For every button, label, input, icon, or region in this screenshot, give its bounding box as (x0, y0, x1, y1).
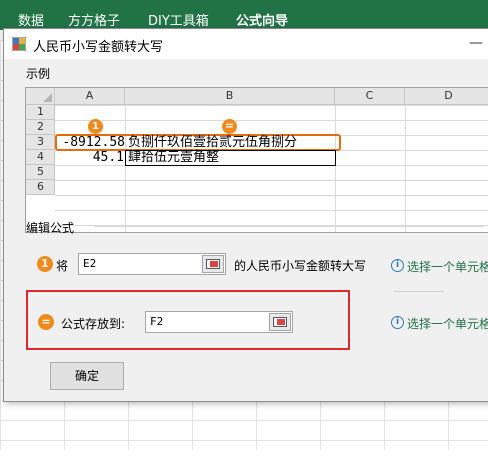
grid-line-cd (405, 105, 406, 232)
cell-a4: 45.1 (92, 150, 124, 165)
dest-step-icon: = (38, 314, 54, 330)
dialog-title-bar[interactable]: 人民币小写金额转大写 — (4, 29, 488, 59)
tab-fangfang[interactable]: 方方格子 (68, 10, 120, 29)
row-header-3: 3 (26, 135, 55, 150)
cell-b3: 负捌仟玖佰壹拾贰元伍角捌分 (128, 135, 298, 150)
source-prefix-label: 将 (56, 259, 69, 273)
dest-hint: 选择一个单元格 (407, 317, 488, 331)
app-icon (12, 37, 26, 51)
result-badge-icon: = (222, 119, 237, 134)
cell-a3: -8912.58 (62, 135, 125, 150)
dest-label: 公式存放到: (61, 317, 126, 331)
info-icon: i (391, 316, 404, 329)
tab-formula-wizard[interactable]: 公式向导 (236, 10, 288, 29)
select-all-corner (26, 88, 55, 105)
row-header-2: 2 (26, 120, 55, 135)
ribbon-tab-bar: 数据 方方格子 DIY工具箱 公式向导 (0, 6, 488, 30)
example-group-label: 示例 (26, 67, 51, 81)
row-header-4: 4 (26, 150, 55, 165)
tab-diy-toolbox[interactable]: DIY工具箱 (148, 10, 209, 29)
source-hint: 选择一个单元格 (407, 260, 488, 274)
grid-line-bc (335, 105, 336, 232)
row-header-1: 1 (26, 105, 55, 120)
grid-line-ab (125, 105, 126, 232)
ok-button[interactable]: 确定 (50, 362, 124, 390)
col-header-a: A (55, 88, 125, 105)
example-grid: A B C D 1 2 3 4 5 6 1 = -8912.58 负捌仟玖佰壹拾… (25, 87, 488, 233)
info-icon: i (391, 259, 404, 272)
row-header-6: 6 (26, 180, 55, 195)
source-badge-icon: 1 (88, 119, 103, 134)
edit-group-divider (94, 226, 484, 227)
range-picker-mark (210, 261, 218, 267)
col-header-d: D (405, 88, 488, 105)
dialog-title: 人民币小写金额转大写 (33, 40, 164, 55)
grid-cells (55, 105, 488, 232)
tab-data[interactable]: 数据 (18, 10, 44, 29)
dest-pick-cell-button[interactable] (269, 313, 291, 331)
rmb-convert-dialog: 人民币小写金额转大写 — 示例 A B C D 1 2 3 4 5 6 1 = … (3, 28, 488, 402)
source-pick-cell-button[interactable] (202, 255, 224, 273)
edit-group-label: 编辑公式 (26, 221, 75, 235)
minimize-button[interactable]: — (466, 35, 486, 53)
cell-b4: 肆拾伍元壹角整 (128, 150, 220, 165)
row-header-5: 5 (26, 165, 55, 180)
source-step-icon: 1 (37, 256, 53, 272)
range-picker-mark (277, 319, 285, 325)
col-header-c: C (335, 88, 405, 105)
source-suffix-label: 的人民币小写金额转大写 (234, 259, 367, 273)
hint-separator (394, 291, 444, 292)
col-header-b: B (125, 88, 335, 105)
